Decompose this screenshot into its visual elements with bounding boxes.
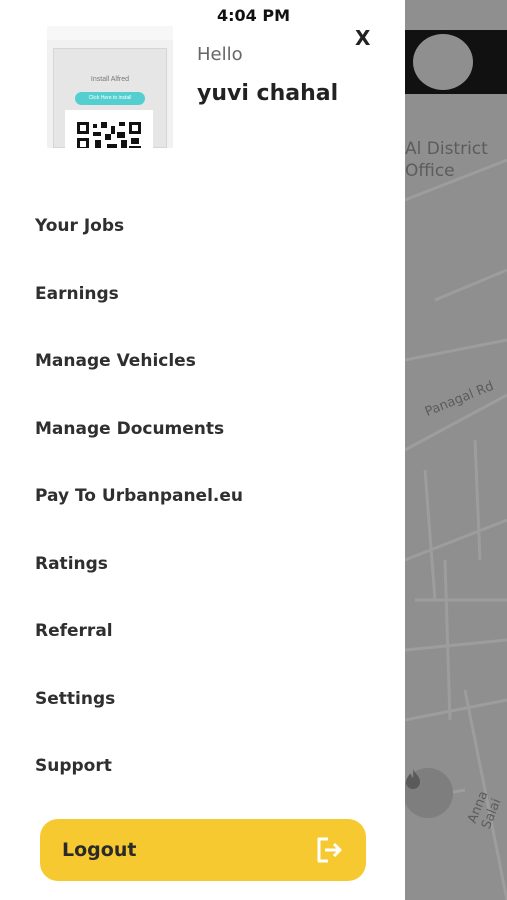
menu-item-referral[interactable]: Referral bbox=[35, 619, 375, 687]
logout-button[interactable]: Logout bbox=[40, 819, 366, 881]
map-label-district: Al District Office bbox=[405, 139, 488, 181]
map-top-panel bbox=[405, 30, 507, 94]
qr-code-icon bbox=[77, 122, 141, 148]
toggle-knob[interactable] bbox=[409, 30, 477, 94]
status-bar-time: 4:04 PM bbox=[216, 6, 290, 25]
avatar-install-button: Click Here to install bbox=[75, 92, 145, 105]
menu-item-manage-vehicles[interactable]: Manage Vehicles bbox=[35, 349, 375, 417]
map-action-button[interactable] bbox=[405, 768, 453, 818]
avatar-install-text: Install Alfred bbox=[90, 76, 130, 83]
drawer-menu: Your Jobs Earnings Manage Vehicles Manag… bbox=[35, 214, 375, 822]
menu-item-earnings[interactable]: Earnings bbox=[35, 282, 375, 350]
menu-item-pay-to-urbanpanel[interactable]: Pay To Urbanpanel.eu bbox=[35, 484, 375, 552]
avatar[interactable]: Install Alfred Click Here to install bbox=[47, 26, 173, 148]
menu-item-manage-documents[interactable]: Manage Documents bbox=[35, 417, 375, 485]
flame-icon bbox=[406, 769, 420, 789]
logout-label: Logout bbox=[62, 839, 137, 861]
map-roads bbox=[405, 158, 507, 900]
logout-icon bbox=[317, 837, 342, 863]
menu-item-your-jobs[interactable]: Your Jobs bbox=[35, 214, 375, 282]
menu-item-ratings[interactable]: Ratings bbox=[35, 552, 375, 620]
greeting-text: Hello bbox=[197, 44, 243, 65]
menu-item-support[interactable]: Support bbox=[35, 754, 375, 822]
user-name: yuvi chahal bbox=[197, 81, 339, 106]
map-view[interactable]: Al District Office Panagal Rd Anna Salai bbox=[405, 0, 507, 900]
menu-item-settings[interactable]: Settings bbox=[35, 687, 375, 755]
navigation-drawer: 4:04 PM X Install Alfred Click Here to i… bbox=[0, 0, 405, 900]
avatar-header bbox=[47, 26, 173, 40]
close-button[interactable]: X bbox=[355, 26, 377, 50]
